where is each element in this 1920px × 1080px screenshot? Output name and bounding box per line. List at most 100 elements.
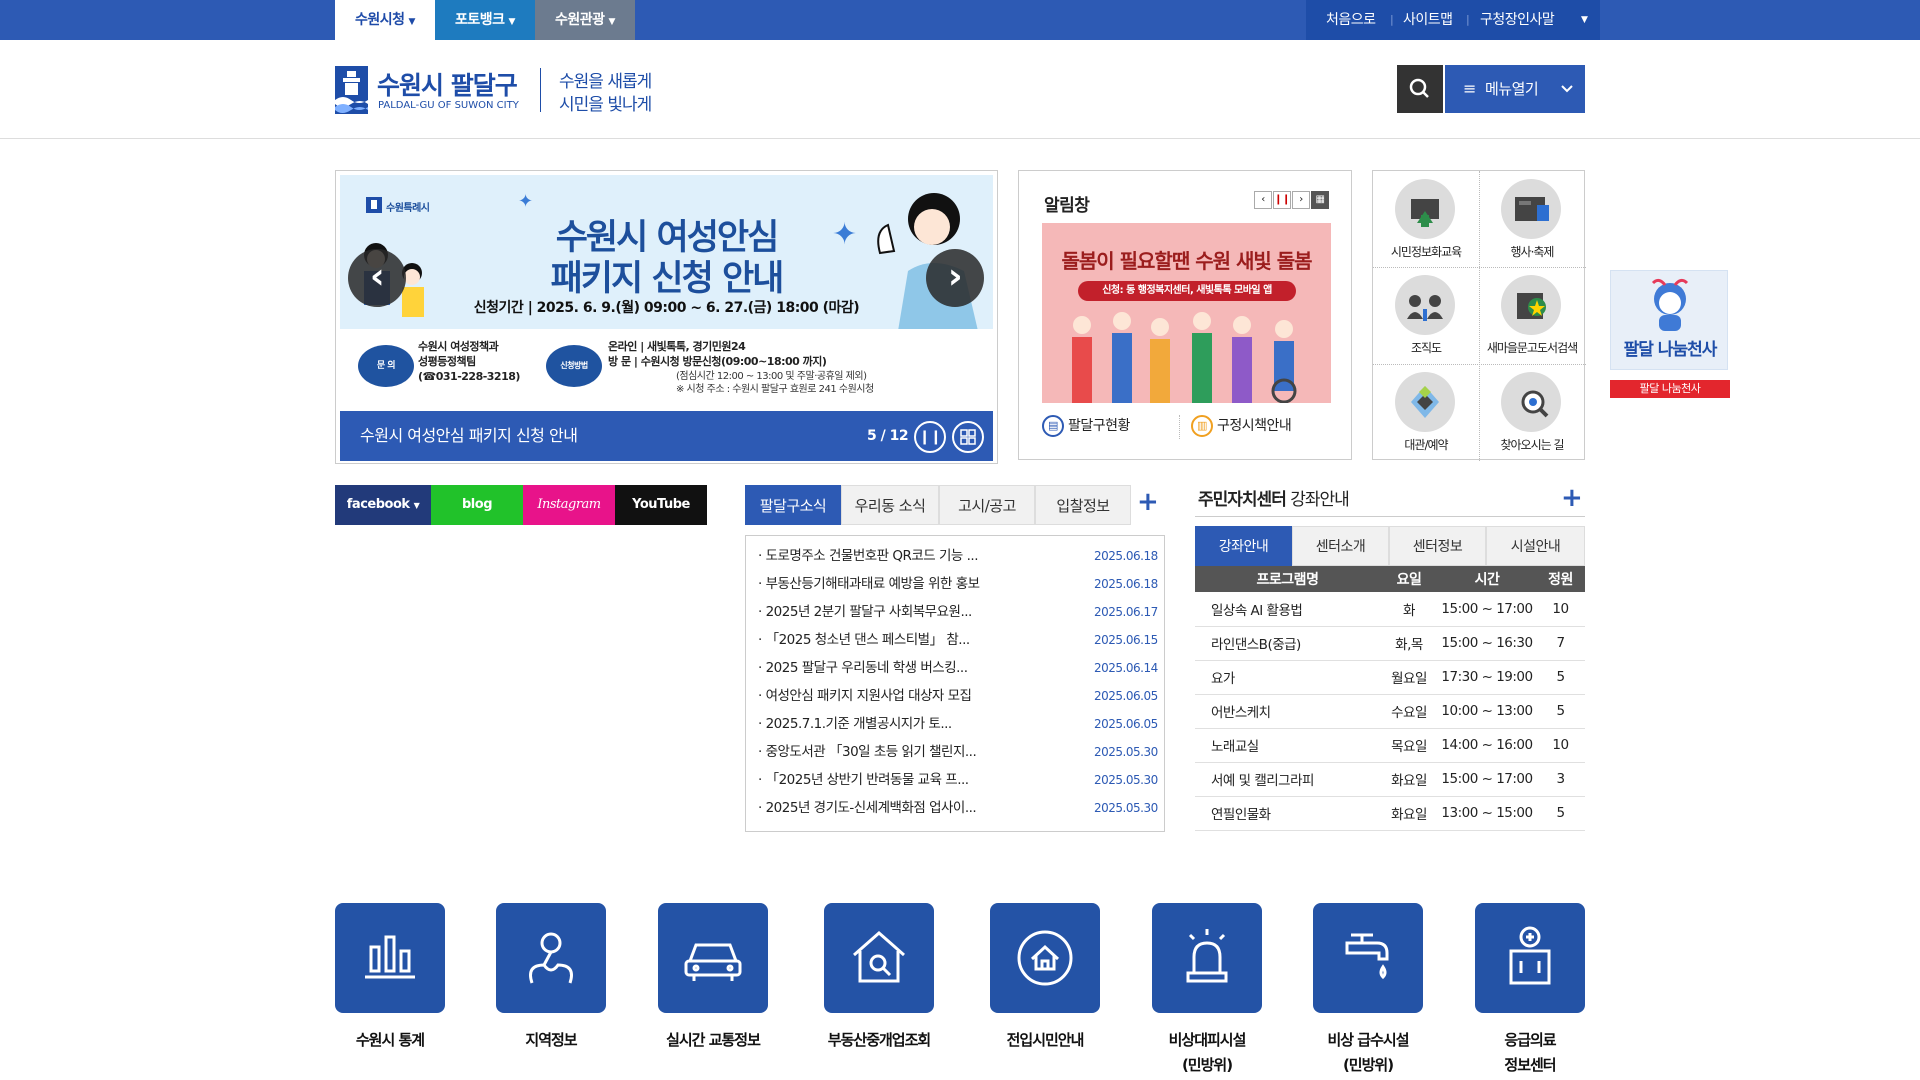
tab-label: 포토뱅크 bbox=[455, 12, 505, 28]
chevron-down-icon: ▼ bbox=[608, 17, 616, 27]
list-item[interactable]: · 부동산등기해태과태료 예방을 위한 홍보 2025.06.18 bbox=[758, 570, 1158, 598]
tab-courses[interactable]: 강좌안내 bbox=[1195, 526, 1292, 566]
youtube-button[interactable]: YouTube bbox=[615, 485, 707, 525]
list-item[interactable]: · 중앙도서관 「30일 초등 읽기 챌린지... 2025.05.30 bbox=[758, 738, 1158, 766]
service-label: 전입시민안내 bbox=[1006, 1031, 1085, 1049]
logo-subtitle: PALDAL-GU OF SUWON CITY bbox=[378, 100, 519, 111]
link-home[interactable]: 처음으로 bbox=[1326, 0, 1376, 40]
pause-icon: ❙❙ bbox=[1274, 194, 1290, 205]
table-row[interactable]: 어반스케치 수요일 10:00 ~ 13:00 5 bbox=[1195, 694, 1585, 729]
angel-name: 팔달 나눔천사 bbox=[1623, 340, 1718, 360]
table-row[interactable]: 라인댄스B(중급) 화,목 15:00 ~ 16:30 7 bbox=[1195, 626, 1585, 661]
cell-program: 연필인물화 bbox=[1195, 796, 1380, 831]
next-button[interactable]: › bbox=[1292, 191, 1310, 209]
news-title: · 「2025 청소년 댄스 페스티벌」 참... bbox=[758, 632, 970, 648]
tab-photo-bank[interactable]: 포토뱅크 ▼ bbox=[435, 0, 535, 40]
table-row[interactable]: 요가 월요일 17:30 ~ 19:00 5 bbox=[1195, 660, 1585, 695]
news-date: 2025.06.05 bbox=[1094, 689, 1158, 703]
slide-caption-bar: 수원시 여성안심 패키지 신청 안내 5 / 12 ❙❙ bbox=[340, 411, 993, 461]
menu-open-button[interactable]: ≡ 메뉴열기 bbox=[1445, 65, 1585, 113]
pause-button[interactable]: ❙❙ bbox=[1273, 191, 1291, 209]
grid-view-button[interactable] bbox=[952, 421, 984, 453]
grid-icon: ▦ bbox=[1315, 194, 1325, 205]
table-row[interactable]: 노래교실 목요일 14:00 ~ 16:00 10 bbox=[1195, 728, 1585, 763]
list-item[interactable]: · 도로명주소 건물번호판 QR코드 기능 ... 2025.06.18 bbox=[758, 542, 1158, 570]
news-list: · 도로명주소 건물번호판 QR코드 기능 ... 2025.06.18 · 부동… bbox=[745, 535, 1165, 832]
news-title: · 2025년 2분기 팔달구 사회복무요원... bbox=[758, 604, 972, 620]
quick-citizen-it-education[interactable]: 시민정보화교육 bbox=[1373, 171, 1479, 267]
tab-suwon-city[interactable]: 수원시청 ▼ bbox=[335, 0, 435, 40]
cell-program: 일상속 AI 활용법 bbox=[1195, 592, 1380, 627]
service-emergency-water[interactable]: 비상 급수시설 (민방위) bbox=[1313, 903, 1423, 1078]
blog-button[interactable]: blog bbox=[431, 485, 523, 525]
prev-button[interactable]: ‹ bbox=[1254, 191, 1272, 209]
prev-slide-button[interactable]: ‹ bbox=[348, 249, 406, 307]
service-realtime-traffic[interactable]: 실시간 교통정보 bbox=[658, 903, 768, 1078]
link-greeting[interactable]: 구청장인사말 bbox=[1480, 0, 1555, 40]
service-new-resident-guide[interactable]: 전입시민안내 bbox=[990, 903, 1100, 1078]
more-plus-icon[interactable]: + bbox=[1561, 483, 1583, 513]
table-row[interactable]: 서예 및 캘리그라피 화요일 15:00 ~ 17:00 3 bbox=[1195, 762, 1585, 797]
tab-center-intro[interactable]: 센터소개 bbox=[1292, 526, 1389, 566]
contact-line-2: 성평등정책팀 bbox=[418, 355, 476, 368]
column-header: 요일 bbox=[1380, 566, 1438, 592]
tab-suwon-tour[interactable]: 수원관광 ▼ bbox=[535, 0, 635, 40]
link-label: 구정시책안내 bbox=[1217, 418, 1292, 434]
quick-library-search[interactable]: 새마을문고도서검색 bbox=[1479, 267, 1585, 363]
news-title: · 2025 팔달구 우리동네 학생 버스킹... bbox=[758, 660, 968, 676]
paldal-angel-banner[interactable]: 팔달 나눔천사 팔달 나눔천사 bbox=[1610, 270, 1730, 398]
list-item[interactable]: · 「2025 청소년 댄스 페스티벌」 참... 2025.06.15 bbox=[758, 626, 1158, 654]
news-title: · 2025년 경기도-신세계백화점 업사이... bbox=[758, 800, 977, 816]
service-suwon-statistics[interactable]: 수원시 통계 bbox=[335, 903, 445, 1078]
more-plus-icon[interactable]: + bbox=[1137, 487, 1159, 517]
list-item[interactable]: · 「2025년 상반기 반려동물 교육 프... 2025.05.30 bbox=[758, 766, 1158, 794]
tab-paldal-news[interactable]: 팔달구소식 bbox=[745, 485, 841, 525]
next-slide-button[interactable]: › bbox=[926, 249, 984, 307]
table-row[interactable]: 일상속 AI 활용법 화 15:00 ~ 17:00 10 bbox=[1195, 592, 1585, 627]
cell-time: 15:00 ~ 17:00 bbox=[1438, 592, 1536, 627]
facebook-button[interactable]: facebook ▼ bbox=[335, 485, 431, 525]
list-item[interactable]: · 2025년 경기도-신세계백화점 업사이... 2025.05.30 bbox=[758, 794, 1158, 822]
news-date: 2025.05.30 bbox=[1094, 773, 1158, 787]
cell-program: 서예 및 캘리그라피 bbox=[1195, 762, 1380, 797]
angel-mascot-icon bbox=[1651, 278, 1689, 331]
link-paldal-status[interactable]: ▤ 팔달구현황 bbox=[1042, 415, 1130, 437]
view-all-button[interactable]: ▦ bbox=[1311, 191, 1329, 209]
method-badge: 신청방법 bbox=[546, 345, 602, 387]
pause-button[interactable]: ❙❙ bbox=[914, 421, 946, 453]
link-policy-guide[interactable]: ▥ 구정시책안내 bbox=[1191, 415, 1292, 437]
link-sitemap[interactable]: 사이트맵 bbox=[1403, 0, 1453, 40]
slide-banner[interactable]: 수원특례시 수원시 여성안심 패키지 신청 안내 ✦ ✦ 신청기간 | 2025… bbox=[340, 175, 993, 410]
quick-directions[interactable]: 찾아오시는 길 bbox=[1479, 364, 1585, 460]
tab-dong-news[interactable]: 우리동 소식 bbox=[841, 485, 939, 525]
list-item[interactable]: · 여성안심 패키지 지원사업 대상자 모집 2025.06.05 bbox=[758, 682, 1158, 710]
link-label: 팔달구현황 bbox=[1068, 418, 1130, 434]
service-emergency-shelter[interactable]: 비상대피시설 (민방위) bbox=[1152, 903, 1262, 1078]
list-item[interactable]: · 2025년 2분기 팔달구 사회복무요원... 2025.06.17 bbox=[758, 598, 1158, 626]
news-date: 2025.05.30 bbox=[1094, 745, 1158, 759]
tab-center-info[interactable]: 센터정보 bbox=[1389, 526, 1486, 566]
tab-notices[interactable]: 고시/공고 bbox=[939, 485, 1035, 525]
quick-rental-reservation[interactable]: 대관/예약 bbox=[1373, 364, 1479, 460]
quick-events-festivals[interactable]: 행사·축제 bbox=[1479, 171, 1585, 267]
tab-facilities[interactable]: 시설안내 bbox=[1486, 526, 1585, 566]
quick-organization-chart[interactable]: 조직도 bbox=[1373, 267, 1479, 363]
top-bar: 수원시청 ▼ 포토뱅크 ▼ 수원관광 ▼ 처음으로 | 사이트맵 | 구청장인사말 ▼ bbox=[0, 0, 1920, 40]
table-row[interactable]: 연필인물화 화요일 13:00 ~ 15:00 5 bbox=[1195, 796, 1585, 831]
service-local-info[interactable]: 지역정보 bbox=[496, 903, 606, 1078]
tab-bids[interactable]: 입찰정보 bbox=[1035, 485, 1131, 525]
list-item[interactable]: · 2025.7.1.기준 개별공시지가 토... 2025.06.05 bbox=[758, 710, 1158, 738]
site-logo[interactable]: 수원시 팔달구 PALDAL-GU OF SUWON CITY 수원을 새롭게 … bbox=[335, 66, 655, 116]
instagram-button[interactable]: Instagram bbox=[523, 485, 615, 525]
cell-capacity: 3 bbox=[1536, 762, 1585, 797]
divider bbox=[1179, 415, 1180, 439]
cell-time: 14:00 ~ 16:00 bbox=[1438, 728, 1536, 763]
service-emergency-medical[interactable]: 응급의료 정보센터 bbox=[1475, 903, 1585, 1078]
sparkle-icon: ✦ bbox=[518, 191, 533, 212]
list-item[interactable]: · 2025 팔달구 우리동네 학생 버스킹... 2025.06.14 bbox=[758, 654, 1158, 682]
service-real-estate-broker[interactable]: 부동산중개업조회 bbox=[824, 903, 934, 1078]
car-icon bbox=[658, 903, 768, 1013]
angel-label: 팔달 나눔천사 bbox=[1610, 380, 1730, 398]
notice-banner[interactable]: 돌봄이 필요할땐 수원 새빛 돌봄 신청: 동 행정복지센터, 새빛톡톡 모바일… bbox=[1042, 223, 1331, 403]
search-button[interactable] bbox=[1397, 65, 1443, 113]
